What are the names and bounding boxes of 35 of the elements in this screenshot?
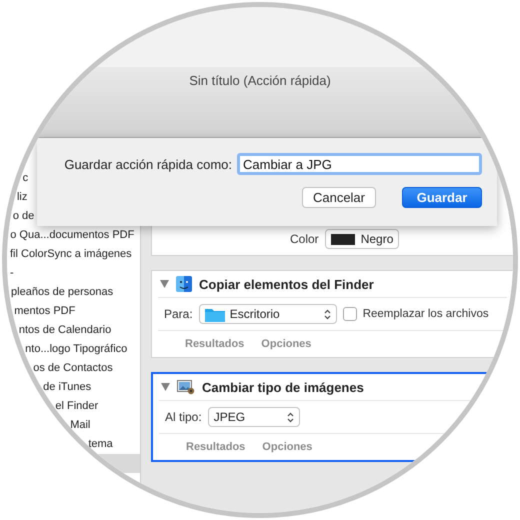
sidebar-item[interactable]: nto...logo Tipográfico: [7, 340, 140, 359]
sidebar-item[interactable]: pleaños de personas: [7, 283, 140, 302]
dialog-button[interactable]: Cancelar: [302, 187, 376, 208]
updown-icon: [286, 412, 294, 422]
field-label: Color: [290, 232, 319, 246]
field-label: Guardar acción rápida como:: [64, 156, 232, 172]
disclosure-triangle-icon[interactable]: [160, 280, 169, 288]
disclosure-triangle-icon[interactable]: [161, 383, 170, 391]
window-title: Sin título (Acción rápida): [189, 73, 331, 89]
sidebar-item[interactable]: el Finder: [7, 397, 140, 416]
sidebar-item[interactable]: fil ColorSync a imágenes: [7, 245, 140, 264]
finder-icon: [176, 276, 192, 292]
field-label: Para:: [164, 307, 193, 321]
checkbox[interactable]: [342, 307, 357, 321]
color-popup[interactable]: Negro: [324, 229, 400, 249]
sidebar-item[interactable]: os de Contactos: [7, 359, 140, 378]
folder-icon: [204, 306, 225, 322]
action-title: Cambiar tipo de imágenes: [202, 380, 364, 394]
popup-button[interactable]: Escritorio: [198, 304, 337, 324]
sidebar-item[interactable]: mentos PDF: [7, 302, 140, 321]
sidebar-item[interactable]: tema: [7, 435, 140, 454]
checkbox-label: Reemplazar los archivos: [362, 308, 489, 320]
sidebar-item[interactable]: -: [7, 264, 140, 283]
sidebar-item[interactable]: de iTunes: [7, 378, 140, 397]
name-field[interactable]: Cambiar a JPG: [237, 153, 482, 175]
sidebar-item[interactable]: o Qua...documentos PDF: [7, 226, 140, 245]
popup-button[interactable]: JPEG: [208, 407, 300, 427]
updown-icon: [324, 308, 331, 320]
action-card[interactable]: Copiar elementos del Finder Para: Escritorio Reemplazar los archivos Resultados Opciones: [151, 270, 513, 358]
image-icon: [177, 379, 195, 395]
field-label: Al tipo:: [165, 410, 202, 424]
action-title: Copiar elementos del Finder: [199, 276, 374, 292]
sidebar-item[interactable]: Mail: [7, 416, 140, 435]
sidebar-item[interactable]: ntos de Calendario: [7, 321, 140, 340]
dialog-button[interactable]: Guardar: [402, 187, 482, 208]
